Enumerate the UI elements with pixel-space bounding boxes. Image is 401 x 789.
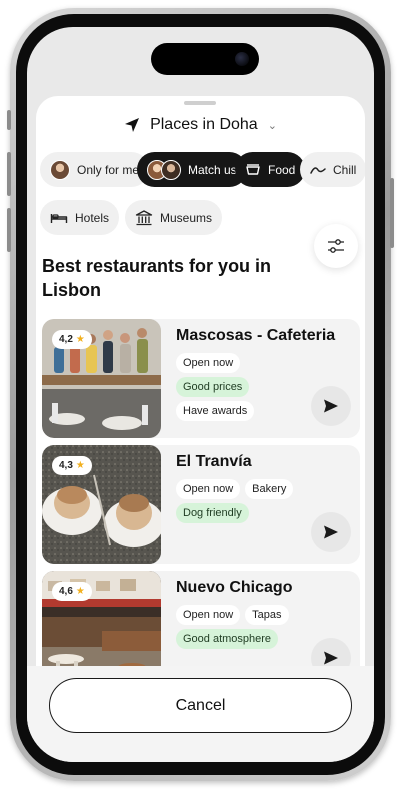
screen: Places in Doha ⌄ Only for me Match us Fo… bbox=[27, 27, 374, 762]
tag-dog-friendly: Dog friendly bbox=[176, 503, 249, 523]
restaurant-name: Nuevo Chicago bbox=[176, 579, 293, 596]
bed-icon bbox=[50, 213, 68, 223]
tag-open-now: Open now bbox=[176, 605, 241, 625]
chip-label: Museums bbox=[160, 210, 213, 225]
tag-bakery: Bakery bbox=[245, 479, 294, 499]
rating-value: 4,2 bbox=[59, 334, 73, 345]
send-button[interactable] bbox=[311, 638, 351, 666]
navigation-arrow-icon bbox=[125, 118, 140, 132]
send-icon bbox=[324, 399, 338, 413]
filter-button[interactable] bbox=[314, 224, 358, 268]
chip-food[interactable]: Food bbox=[235, 152, 306, 187]
rating-badge: 4,2 ★ bbox=[52, 330, 92, 349]
send-icon bbox=[324, 525, 338, 539]
chip-hotels[interactable]: Hotels bbox=[40, 200, 120, 235]
avatar-group bbox=[147, 159, 181, 180]
tag-list: Open now Good prices Have awards bbox=[176, 353, 316, 421]
restaurant-card[interactable]: 4,6 ★ Nuevo Chicago Open now Tapas Good … bbox=[42, 571, 360, 666]
museum-icon bbox=[135, 209, 153, 225]
restaurant-name: Mascosas - Cafeteria bbox=[176, 327, 336, 344]
rating-value: 4,6 bbox=[59, 586, 73, 597]
sliders-icon bbox=[328, 239, 344, 253]
restaurant-card[interactable]: 4,3 ★ El Tranvía Open now Bakery Dog fri… bbox=[42, 445, 360, 564]
volume-up-button bbox=[7, 152, 11, 196]
chip-only-for-me[interactable]: Only for me bbox=[40, 152, 150, 187]
places-sheet: Places in Doha ⌄ Only for me Match us Fo… bbox=[36, 96, 365, 666]
chip-label: Only for me bbox=[77, 162, 140, 177]
send-button[interactable] bbox=[311, 386, 351, 426]
star-icon: ★ bbox=[75, 460, 85, 471]
chip-match-us[interactable]: Match us bbox=[137, 152, 247, 187]
star-icon: ★ bbox=[75, 334, 85, 345]
dynamic-island bbox=[151, 43, 259, 75]
chip-label: Food bbox=[268, 162, 296, 177]
avatar bbox=[161, 159, 181, 180]
tag-tapas: Tapas bbox=[245, 605, 289, 625]
chip-label: Hotels bbox=[75, 210, 110, 225]
sheet-grabber[interactable] bbox=[184, 101, 216, 105]
send-button[interactable] bbox=[311, 512, 351, 552]
section-title: Best restaurants for you in Lisbon bbox=[42, 256, 272, 300]
chill-icon bbox=[310, 166, 326, 174]
chip-label: Match us bbox=[188, 162, 237, 177]
chip-label: Chill bbox=[333, 162, 357, 177]
tag-have-awards: Have awards bbox=[176, 401, 255, 421]
rating-badge: 4,3 ★ bbox=[52, 456, 92, 475]
tag-good-prices: Good prices bbox=[176, 377, 250, 397]
chip-museums[interactable]: Museums bbox=[125, 200, 223, 235]
rating-badge: 4,6 ★ bbox=[52, 582, 92, 601]
restaurant-name: El Tranvía bbox=[176, 453, 252, 470]
volume-down-button bbox=[7, 208, 11, 252]
action-button bbox=[7, 110, 11, 130]
avatar bbox=[50, 159, 70, 180]
send-icon bbox=[324, 651, 338, 665]
chip-chill[interactable]: Chill bbox=[300, 152, 365, 187]
chevron-down-icon: ⌄ bbox=[267, 119, 277, 132]
camera-icon bbox=[235, 52, 249, 66]
star-icon: ★ bbox=[75, 586, 85, 597]
tag-open-now: Open now bbox=[176, 479, 241, 499]
location-selector[interactable]: Places in Doha ⌄ bbox=[36, 112, 365, 138]
restaurant-card[interactable]: 4,2 ★ Mascosas - Cafeteria Open now Good… bbox=[42, 319, 360, 438]
rating-value: 4,3 bbox=[59, 460, 73, 471]
tag-list: Open now Bakery Dog friendly bbox=[176, 479, 316, 523]
bottom-bar: Cancel bbox=[27, 666, 374, 762]
bowl-icon bbox=[246, 163, 260, 175]
cancel-button[interactable]: Cancel bbox=[49, 678, 352, 733]
page-title: Places in Doha bbox=[150, 116, 258, 133]
tag-open-now: Open now bbox=[176, 353, 241, 373]
power-button bbox=[390, 178, 394, 248]
tag-good-atmosphere: Good atmosphere bbox=[176, 629, 279, 649]
tag-list: Open now Tapas Good atmosphere bbox=[176, 605, 316, 649]
